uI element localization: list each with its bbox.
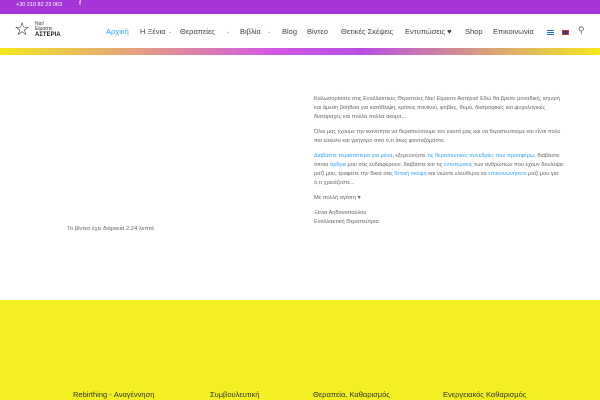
about-me-link[interactable]: Διαβάστε περισσότερα για μένα (314, 153, 392, 159)
search-icon[interactable]: ⚲ (578, 25, 585, 36)
nav-home[interactable]: Αρχική (106, 27, 129, 37)
nav-shop[interactable]: Shop (465, 27, 483, 37)
logo-line-3: ΑΣΤΕΡΙΑ (35, 32, 61, 38)
signature-title: Εναλλακτική Θεραπεύτρια (314, 219, 379, 225)
footer-rebirthing[interactable]: Rebirthing - Αναγέννηση (73, 390, 154, 399)
phone-number[interactable]: +30 210 82 23 063 (16, 2, 62, 8)
testimonials-link[interactable]: εντυπώσεις (444, 162, 473, 168)
star-icon: ☆ (14, 19, 31, 39)
signature-name: Ξένια Αηδονοπούλου (314, 210, 367, 216)
intro-paragraph-2: Όλοι μας έχουμε την ικανότητα να θεραπεύ… (314, 129, 561, 144)
top-bar: +30 210 82 23 063 f (0, 0, 600, 14)
site-logo[interactable]: ☆ Ναι! Είμαστε ΑΣΤΕΡΙΑ (14, 19, 72, 43)
chevron-down-icon: ⌄ (226, 29, 231, 35)
contact-link[interactable]: επικοινωνήσετε (488, 171, 526, 177)
nav-positive-thoughts[interactable]: Θετικές Σκέψεις (341, 27, 393, 37)
nav-contact[interactable]: Επικοινωνία (493, 27, 534, 37)
english-flag-icon[interactable] (562, 30, 569, 35)
intro-paragraph-1: Καλωσορίσατε στις Εναλλακτικές Θεραπείες… (314, 96, 560, 120)
chevron-down-icon: ⌄ (168, 29, 173, 35)
video-duration-note: Το βίντεο έχει διάρκεια 2.24 λεπτά (67, 226, 154, 232)
footer: Rebirthing - Αναγέννηση Συμβουλευτική Θε… (0, 300, 600, 400)
nav-books[interactable]: Βιβλία (240, 27, 261, 37)
footer-counseling[interactable]: Συμβουλευτική (210, 390, 259, 399)
footer-energy-cleansing[interactable]: Ενεργειακός Καθαρισμός (443, 390, 526, 399)
nav-impressions[interactable]: Εντυπώσεις ♥ (405, 27, 452, 37)
intro-paragraph-3: Διαβάστε περισσότερα για μένα, εξερευνήσ… (314, 153, 564, 186)
facebook-icon[interactable]: f (79, 1, 81, 7)
sessions-link[interactable]: τις θεραπευτικές συνεδρίες που προσφέρω (427, 153, 534, 159)
nav-xenia[interactable]: Η Ξένια (140, 27, 165, 37)
articles-link[interactable]: άρθρα (330, 162, 346, 168)
intro-closing: Με πολλή αγάπη ♥ (314, 195, 361, 201)
intro-text: Καλωσορίσατε στις Εναλλακτικές Θεραπείες… (314, 95, 564, 227)
positive-thinking-link[interactable]: θετική σκέψη (394, 171, 426, 177)
chevron-down-icon: ⌄ (267, 29, 272, 35)
greek-flag-icon[interactable] (547, 30, 554, 35)
header: ☆ Ναι! Είμαστε ΑΣΤΕΡΙΑ Αρχική Η Ξένια ⌄ … (0, 14, 600, 48)
nav-therapies[interactable]: Θεραπείες (180, 27, 215, 37)
nav-video[interactable]: Βίντεο (307, 27, 328, 37)
gradient-divider (0, 48, 600, 55)
nav-blog[interactable]: Blog (282, 27, 297, 37)
footer-therapy[interactable]: Θεραπεία, Καθαρισμός (313, 390, 390, 399)
